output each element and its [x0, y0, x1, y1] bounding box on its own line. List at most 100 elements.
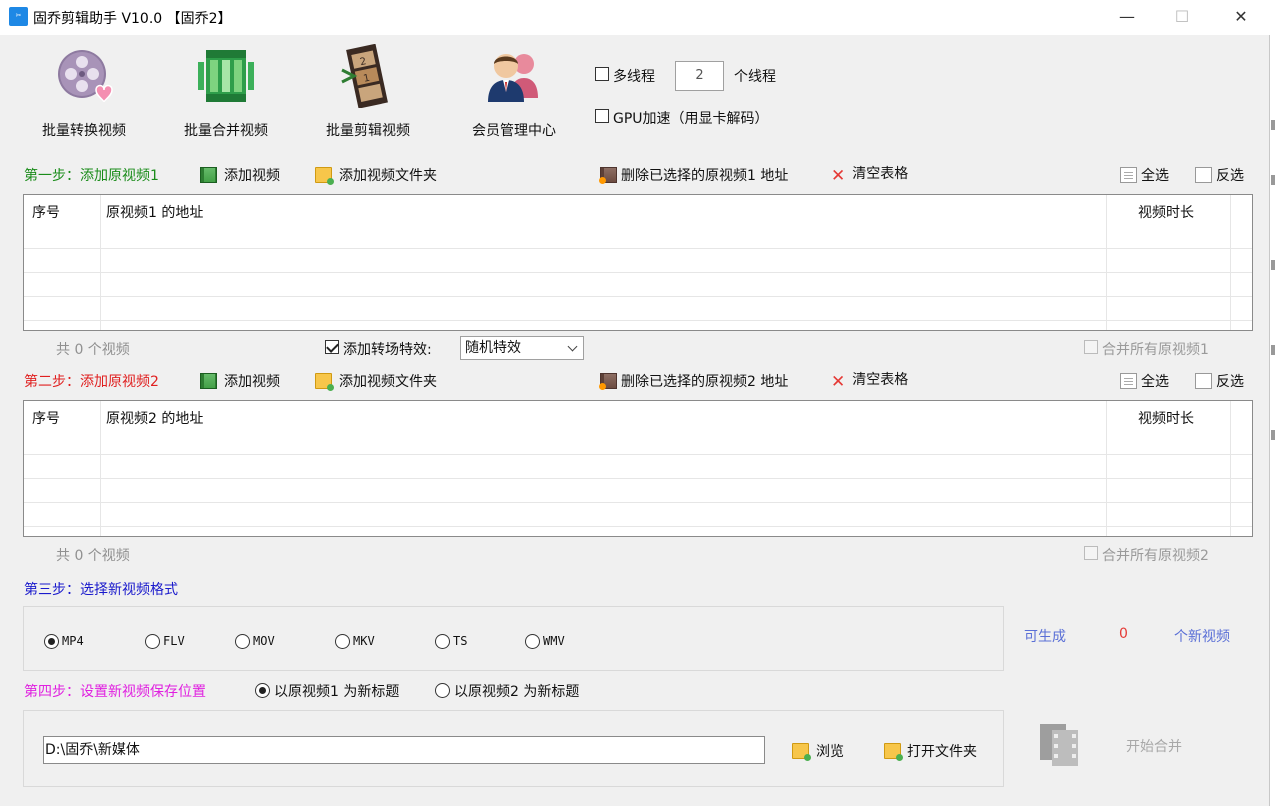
browse-button[interactable]: 浏览: [792, 741, 844, 761]
merge-all-1-label: 合并所有原视频1: [1102, 342, 1209, 358]
step1-video-table[interactable]: 序号 原视频1 的地址 视频时长: [23, 194, 1253, 331]
clear-x-icon: ✕: [831, 372, 846, 392]
step2-clear-table-button[interactable]: ✕ 清空表格: [831, 369, 909, 392]
browse-label: 浏览: [816, 744, 844, 760]
select-all-icon: [1120, 373, 1137, 389]
step1-delete-selected-label: 删除已选择的原视频1 地址: [621, 168, 789, 184]
title-option1-label: 以原视频1 为新标题: [274, 684, 400, 700]
save-path-input[interactable]: D:\固乔\新媒体: [43, 736, 765, 764]
format-mov-radio[interactable]: [235, 634, 250, 649]
step1-count: 共 0 个视频: [56, 342, 130, 358]
step1-clear-table-button[interactable]: ✕ 清空表格: [831, 163, 908, 186]
table-header: 序号 原视频1 的地址 视频时长: [24, 195, 1252, 225]
gpu-checkbox[interactable]: [595, 109, 609, 123]
batch-edit-button[interactable]: 2 1 批量剪辑视频: [306, 42, 426, 142]
step2-clear-table-label: 清空表格: [852, 372, 909, 388]
can-generate-label: 可生成: [1024, 629, 1066, 645]
thread-count-input[interactable]: 2: [675, 61, 724, 91]
step1-add-folder-label: 添加视频文件夹: [339, 168, 437, 184]
transition-checkbox[interactable]: [325, 340, 339, 354]
col-video-path[interactable]: 原视频1 的地址: [106, 202, 203, 222]
title-option2-radio[interactable]: [435, 683, 450, 698]
step1-delete-selected-button[interactable]: 删除已选择的原视频1 地址: [599, 165, 789, 185]
minimize-button[interactable]: —: [1104, 4, 1150, 30]
format-flv-label: FLV: [163, 634, 185, 648]
step2-add-video-button[interactable]: 添加视频: [200, 371, 280, 391]
background-window-edge: [1271, 0, 1275, 806]
step1-invert-label: 反选: [1216, 168, 1244, 184]
users-icon: [488, 54, 538, 102]
multithread-checkbox[interactable]: [595, 67, 609, 81]
step2-delete-selected-button[interactable]: 删除已选择的原视频2 地址: [599, 371, 789, 391]
start-merge-button[interactable]: 开始合并: [1126, 736, 1182, 756]
step2-video-table[interactable]: 序号 原视频2 的地址 视频时长: [23, 400, 1253, 537]
member-center-label: 会员管理中心: [472, 123, 556, 139]
format-mp4-radio[interactable]: [44, 634, 59, 649]
merge-all-1-checkbox[interactable]: [1084, 340, 1098, 354]
col-duration[interactable]: 视频时长: [1138, 202, 1194, 222]
batch-merge-label: 批量合并视频: [184, 123, 268, 139]
format-flv-radio[interactable]: [145, 634, 160, 649]
format-ts-label: TS: [453, 634, 468, 648]
window-title: 固乔剪辑助手 V10.0 【固乔2】: [33, 11, 232, 27]
transition-select[interactable]: 随机特效: [460, 336, 584, 360]
chevron-down-icon: [567, 341, 578, 352]
batch-convert-button[interactable]: 批量转换视频: [22, 42, 142, 142]
step2-delete-selected-label: 删除已选择的原视频2 地址: [621, 374, 789, 390]
merge-all-2-checkbox[interactable]: [1084, 546, 1098, 560]
transition-label: 添加转场特效:: [343, 342, 432, 358]
format-ts-radio[interactable]: [435, 634, 450, 649]
col-video-path[interactable]: 原视频2 的地址: [106, 408, 203, 428]
title-option1-radio[interactable]: [255, 683, 270, 698]
format-wmv-label: WMV: [543, 634, 565, 648]
add-video-icon: [200, 373, 217, 389]
title-bar: ✂ 固乔剪辑助手 V10.0 【固乔2】 — ☐ ✕: [0, 0, 1270, 35]
col-index[interactable]: 序号: [32, 202, 60, 222]
multithread-label: 多线程: [613, 69, 655, 85]
open-folder-label: 打开文件夹: [907, 744, 977, 760]
format-mkv-radio[interactable]: [335, 634, 350, 649]
add-folder-icon: [315, 373, 334, 391]
open-folder-icon: [884, 743, 903, 761]
gpu-label: GPU加速（用显卡解码）: [613, 111, 769, 127]
step1-select-all-label: 全选: [1141, 168, 1169, 184]
invert-select-icon: [1195, 167, 1212, 183]
member-center-button[interactable]: 会员管理中心: [452, 42, 572, 142]
step2-invert-button[interactable]: 反选: [1195, 371, 1244, 391]
browse-folder-icon: [792, 743, 811, 761]
maximize-button[interactable]: ☐: [1159, 4, 1205, 30]
step2-add-folder-button[interactable]: 添加视频文件夹: [315, 371, 437, 391]
close-button[interactable]: ✕: [1218, 4, 1264, 30]
col-duration[interactable]: 视频时长: [1138, 408, 1194, 428]
step3-label: 第三步：选择新视频格式: [24, 582, 178, 598]
format-group: MP4 FLV MOV MKV TS WMV: [23, 606, 1004, 671]
film-reel-heart-icon: [58, 50, 113, 103]
format-mkv-label: MKV: [353, 634, 375, 648]
step1-add-video-label: 添加视频: [224, 168, 280, 184]
step1-add-folder-button[interactable]: 添加视频文件夹: [315, 165, 437, 185]
delete-film-icon: [599, 373, 617, 390]
format-mov-label: MOV: [253, 634, 275, 648]
step1-invert-button[interactable]: 反选: [1195, 165, 1244, 185]
step2-add-folder-label: 添加视频文件夹: [339, 374, 437, 390]
batch-edit-label: 批量剪辑视频: [326, 123, 410, 139]
format-mp4-label: MP4: [62, 634, 84, 648]
scissors-icon: ✂: [9, 7, 28, 26]
format-wmv-radio[interactable]: [525, 634, 540, 649]
step2-label: 第二步：添加原视频2: [24, 374, 159, 390]
step2-select-all-button[interactable]: 全选: [1120, 371, 1169, 391]
step2-select-all-label: 全选: [1141, 374, 1169, 390]
batch-convert-label: 批量转换视频: [42, 123, 126, 139]
merge-film-gray-icon[interactable]: [1038, 722, 1080, 767]
batch-merge-button[interactable]: 批量合并视频: [164, 42, 284, 142]
generate-count: 0: [1119, 626, 1128, 642]
open-folder-button[interactable]: 打开文件夹: [884, 741, 977, 761]
step2-add-video-label: 添加视频: [224, 374, 280, 390]
step1-add-video-button[interactable]: 添加视频: [200, 165, 280, 185]
step1-select-all-button[interactable]: 全选: [1120, 165, 1169, 185]
table-header: 序号 原视频2 的地址 视频时长: [24, 401, 1252, 431]
main-window: ✂ 固乔剪辑助手 V10.0 【固乔2】 — ☐ ✕ 批量转换视频 批量合并视频…: [0, 0, 1270, 806]
add-video-icon: [200, 167, 217, 183]
invert-select-icon: [1195, 373, 1212, 389]
col-index[interactable]: 序号: [32, 408, 60, 428]
